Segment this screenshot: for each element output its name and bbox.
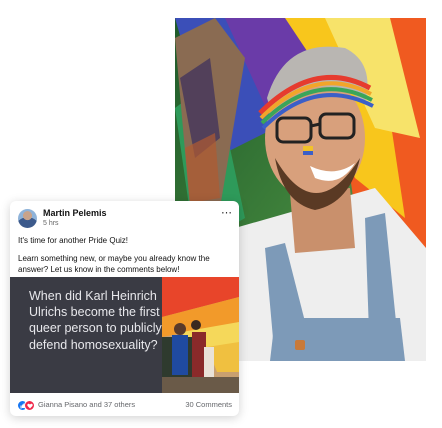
quiz-image[interactable]: When did Karl Heinrich Ulrichs become th… bbox=[10, 277, 239, 393]
love-reaction-icon bbox=[24, 400, 35, 411]
post-timestamp[interactable]: 5 hrs bbox=[43, 220, 59, 227]
post-author[interactable]: Martin Pelemis bbox=[43, 208, 107, 218]
comments-count[interactable]: 30 Comments bbox=[185, 400, 232, 409]
post-body: It's time for another Pride Quiz! Learn … bbox=[18, 235, 233, 282]
avatar[interactable] bbox=[18, 209, 37, 228]
post-footer: Gianna Pisano and 37 others 30 Comments bbox=[10, 393, 239, 416]
social-post-card: Martin Pelemis 5 hrs ⋯ It's time for ano… bbox=[10, 201, 239, 416]
reactions-summary[interactable] bbox=[17, 400, 37, 411]
post-text-line1: It's time for another Pride Quiz! bbox=[18, 236, 129, 245]
reactions-text[interactable]: Gianna Pisano and 37 others bbox=[38, 400, 135, 409]
quiz-crowd-photo bbox=[162, 277, 239, 393]
post-text-line2: Learn something new, or maybe you alread… bbox=[18, 254, 210, 274]
more-options-icon[interactable]: ⋯ bbox=[221, 206, 233, 219]
post-header: Martin Pelemis 5 hrs ⋯ bbox=[18, 206, 233, 230]
quiz-question: When did Karl Heinrich Ulrichs become th… bbox=[29, 289, 162, 352]
